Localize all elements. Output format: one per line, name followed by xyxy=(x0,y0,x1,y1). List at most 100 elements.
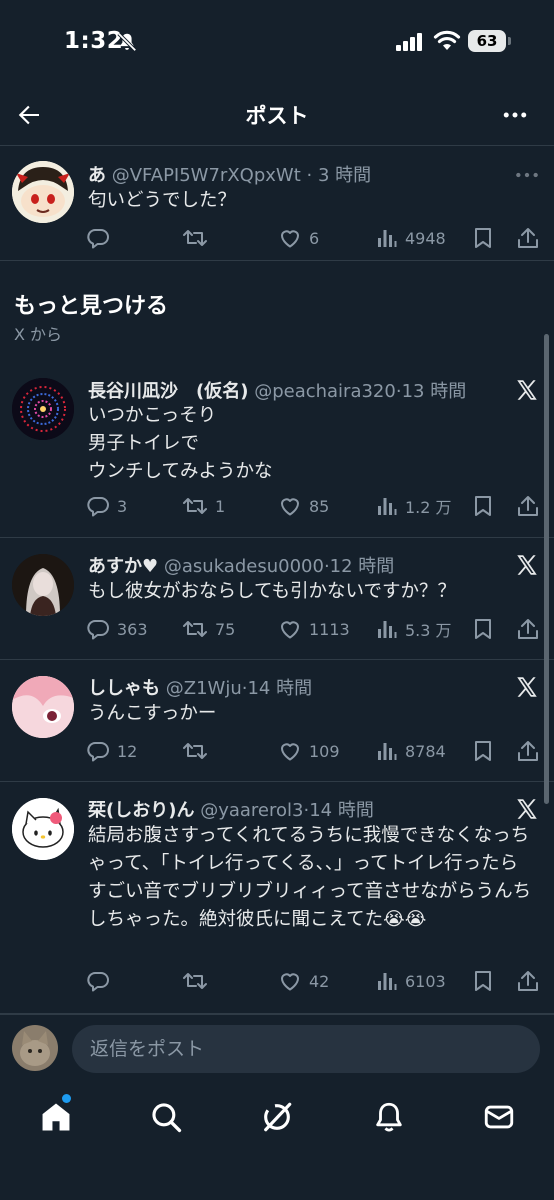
tweet-actions: 363 75 1113 5.3 万 xyxy=(86,616,546,642)
cat-avatar-icon xyxy=(12,1025,58,1071)
heart-icon xyxy=(281,621,299,639)
repost-icon xyxy=(183,743,207,759)
like-count: 42 xyxy=(309,971,330,991)
more-options-icon[interactable] xyxy=(500,100,530,130)
avatar[interactable] xyxy=(12,554,74,616)
share-button[interactable] xyxy=(516,738,540,764)
share-button[interactable] xyxy=(516,616,540,642)
views-button[interactable]: 6103 xyxy=(376,968,446,994)
tweet-text: うんこすっかー xyxy=(88,703,217,724)
scrollbar[interactable] xyxy=(544,334,549,804)
author-name[interactable]: あ xyxy=(88,165,106,186)
repost-button[interactable] xyxy=(182,738,215,764)
main-tweet[interactable]: あ @VFAPI5W7rXQpxWt · 3 時間 匂いどうでした？ 6 494… xyxy=(0,147,554,261)
repost-button[interactable]: 1 xyxy=(182,493,225,519)
reply-button[interactable]: 363 xyxy=(86,616,148,642)
bookmark-button[interactable] xyxy=(472,616,494,642)
user-avatar[interactable] xyxy=(12,1025,58,1071)
tweet-card[interactable]: あすか♥ @asukadesu0000·12 時間 もし彼女がおならしても引かな… xyxy=(0,538,554,660)
reply-input[interactable]: 返信をポスト xyxy=(72,1025,540,1073)
tweet-time: 14 時間 xyxy=(247,678,313,699)
like-button[interactable]: 42 xyxy=(278,968,329,994)
avatar[interactable] xyxy=(12,676,74,738)
views-button[interactable]: 1.2 万 xyxy=(376,493,452,519)
views-count: 1.2 万 xyxy=(405,498,452,517)
repost-button[interactable] xyxy=(182,225,215,251)
views-chart-icon xyxy=(378,621,397,638)
reply-icon xyxy=(87,742,109,762)
views-button[interactable]: 5.3 万 xyxy=(376,616,452,642)
repost-button[interactable] xyxy=(182,968,215,994)
bookmark-button[interactable] xyxy=(472,738,494,764)
like-button[interactable]: 6 xyxy=(278,225,319,251)
share-button[interactable] xyxy=(516,225,540,251)
avatar[interactable] xyxy=(12,378,74,440)
views-button[interactable]: 8784 xyxy=(376,738,446,764)
bookmark-icon xyxy=(475,971,491,991)
tweet-card[interactable]: 長谷川凪沙 (仮名) @peachaira320·13 時間 いつかこっそり 男… xyxy=(0,360,554,538)
bookmark-button[interactable] xyxy=(472,493,494,519)
tweet-time: 13 時間 xyxy=(401,381,467,402)
tweet-card[interactable]: 栞(しおり)ん @yaarerol3·14 時間 結局お腹さすってくれてるうちに… xyxy=(0,782,554,1014)
like-count: 6 xyxy=(309,228,320,248)
more-options-icon[interactable] xyxy=(514,165,540,185)
repost-icon xyxy=(183,621,207,637)
views-chart-icon xyxy=(378,743,397,760)
share-icon xyxy=(518,619,538,639)
notifications-icon[interactable] xyxy=(372,1100,406,1134)
avatar[interactable] xyxy=(12,798,74,860)
bookmark-button[interactable] xyxy=(472,968,494,994)
tweet-header: ししゃも @Z1Wju·14 時間 xyxy=(88,674,312,700)
views-button[interactable]: 4948 xyxy=(376,225,446,251)
repost-icon xyxy=(183,498,207,514)
bottom-tab-bar xyxy=(0,1084,554,1200)
author-name[interactable]: あすか♥ xyxy=(88,556,158,577)
author-name[interactable]: 長谷川凪沙 (仮名) xyxy=(88,381,248,402)
author-name[interactable]: ししゃも xyxy=(88,678,160,699)
tweet-actions: 12 109 8784 xyxy=(86,738,546,764)
cellular-signal-icon xyxy=(396,33,422,51)
author-handle[interactable]: @Z1Wju xyxy=(166,678,242,699)
bookmark-icon xyxy=(475,741,491,761)
views-count: 8784 xyxy=(405,741,446,761)
tweet-actions: 42 6103 xyxy=(86,968,546,994)
like-button[interactable]: 1113 xyxy=(278,616,350,642)
author-handle[interactable]: @VFAPI5W7rXQpxWt xyxy=(112,165,301,186)
share-icon xyxy=(518,741,538,761)
home-icon[interactable] xyxy=(39,1100,73,1134)
wifi-icon xyxy=(433,30,461,50)
messages-icon[interactable] xyxy=(482,1100,516,1134)
bookmark-icon xyxy=(475,228,491,248)
reply-button[interactable] xyxy=(86,225,117,251)
author-name[interactable]: 栞(しおり)ん xyxy=(88,800,194,821)
share-icon xyxy=(518,971,538,991)
share-button[interactable] xyxy=(516,968,540,994)
top-header: ポスト xyxy=(0,84,554,146)
grok-icon[interactable] xyxy=(260,1100,294,1134)
search-icon[interactable] xyxy=(149,1100,183,1134)
author-handle[interactable]: @peachaira320 xyxy=(254,381,396,402)
yukkuri-avatar-icon xyxy=(12,161,74,223)
bookmark-button[interactable] xyxy=(472,225,494,251)
share-button[interactable] xyxy=(516,493,540,519)
author-handle[interactable]: @yaarerol3 xyxy=(200,800,303,821)
x-logo-icon xyxy=(517,555,537,575)
like-count: 109 xyxy=(309,741,340,761)
tweet-time: 3 時間 xyxy=(317,165,372,186)
reply-button[interactable] xyxy=(86,968,117,994)
repost-button[interactable]: 75 xyxy=(182,616,235,642)
views-chart-icon xyxy=(378,973,397,990)
author-handle[interactable]: @asukadesu0000 xyxy=(164,556,324,577)
tweet-actions: 3 1 85 1.2 万 xyxy=(86,493,546,519)
like-button[interactable]: 109 xyxy=(278,738,340,764)
tweet-header: あすか♥ @asukadesu0000·12 時間 xyxy=(88,552,394,578)
avatar[interactable] xyxy=(12,161,74,223)
reply-button[interactable]: 3 xyxy=(86,493,127,519)
bookmark-icon xyxy=(475,619,491,639)
status-bar: 1:32 63 xyxy=(0,0,554,84)
repost-count: 75 xyxy=(215,619,236,639)
tweet-card[interactable]: ししゃも @Z1Wju·14 時間 うんこすっかー 12 109 8784 xyxy=(0,660,554,782)
like-button[interactable]: 85 xyxy=(278,493,329,519)
reply-button[interactable]: 12 xyxy=(86,738,137,764)
views-count: 4948 xyxy=(405,228,446,248)
